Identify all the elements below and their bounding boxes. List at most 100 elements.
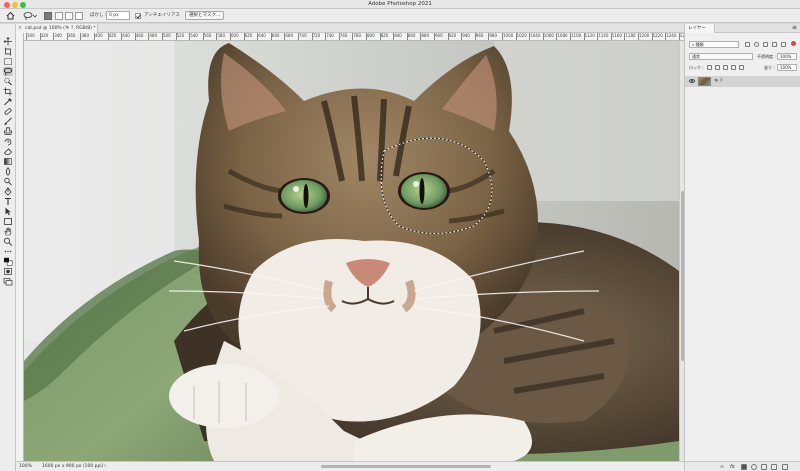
ruler-tick: [257, 33, 259, 40]
panel-footer: ∞ fx: [685, 461, 800, 471]
layer-filter-select[interactable]: ⌕ 種類: [689, 41, 739, 48]
dodge-icon[interactable]: [3, 177, 13, 186]
colors-icon[interactable]: [3, 257, 13, 266]
artboard-icon[interactable]: [3, 47, 13, 56]
ruler-tick: [406, 33, 408, 40]
eye-icon[interactable]: [689, 79, 695, 83]
opacity-label: 不透明度 :: [757, 54, 776, 59]
ruler-tick: [148, 33, 150, 40]
ruler-tick: [121, 33, 123, 40]
fill-label: 塗り :: [764, 65, 775, 70]
ruler-label: 1180: [625, 33, 636, 38]
tab-title: cat.psd @ 100% (キ ?, RGB/8) *: [25, 26, 96, 31]
add-selection-icon[interactable]: [55, 12, 63, 20]
feather-input[interactable]: 0 px: [106, 11, 130, 20]
new-group-icon[interactable]: [761, 464, 767, 470]
gradient-icon[interactable]: [3, 157, 13, 166]
document-canvas[interactable]: [24, 41, 679, 461]
ruler-label: 1200: [639, 33, 650, 38]
horizontal-ruler[interactable]: 300 320 340 360 380 400 420 440 460 480 500 520 540 5…: [24, 33, 684, 41]
close-icon[interactable]: ×: [18, 24, 22, 33]
ruler-tick: [53, 33, 55, 40]
more-icon[interactable]: [3, 247, 13, 256]
ruler-label: 840: [394, 33, 402, 38]
stamp-icon[interactable]: [3, 127, 13, 136]
horizontal-scroll-thumb[interactable]: [321, 465, 491, 468]
layer-row[interactable]: キ ?: [685, 76, 800, 87]
quick-select-icon[interactable]: [3, 77, 13, 86]
lock-position-icon[interactable]: [723, 65, 728, 70]
antialias-label: アンチエイリアス: [144, 13, 180, 18]
lock-all-icon[interactable]: [739, 65, 744, 70]
select-and-mask-button[interactable]: 選択とマスク...: [185, 11, 225, 20]
new-selection-icon[interactable]: [44, 12, 52, 20]
ruler-label: 1220: [652, 33, 663, 38]
ruler-tick: [597, 33, 599, 40]
filter-adjust-icon[interactable]: [754, 42, 759, 47]
subtract-selection-icon[interactable]: [65, 12, 73, 20]
move-icon[interactable]: [3, 37, 13, 46]
blend-mode-select[interactable]: 通常: [689, 53, 753, 60]
ruler-tick: [311, 33, 313, 40]
status-bar: 100% 1600 px x 900 px (100 ppi) ›: [16, 461, 684, 471]
fx-icon[interactable]: fx: [730, 464, 736, 470]
hand-icon[interactable]: [3, 227, 13, 236]
zoom-icon[interactable]: [3, 237, 13, 246]
new-layer-icon[interactable]: [771, 464, 777, 470]
pen-icon[interactable]: [3, 187, 13, 196]
chevron-right-icon[interactable]: ›: [104, 462, 106, 471]
link-layers-icon[interactable]: ∞: [720, 464, 726, 470]
marquee-icon[interactable]: [3, 57, 13, 66]
ruler-tick: [678, 33, 680, 40]
ruler-tick: [610, 33, 612, 40]
layer-name[interactable]: キ ?: [714, 76, 722, 87]
eraser-icon[interactable]: [3, 147, 13, 156]
shape-icon[interactable]: [3, 217, 13, 226]
filter-type-icon[interactable]: [763, 42, 768, 47]
healing-icon[interactable]: [3, 107, 13, 116]
ruler-label: 880: [421, 33, 430, 38]
lock-image-icon[interactable]: [715, 65, 720, 70]
history-brush-icon[interactable]: [3, 137, 13, 146]
lasso-preset-icon[interactable]: [23, 11, 38, 20]
add-mask-icon[interactable]: [741, 464, 747, 470]
ruler-tick: [461, 33, 463, 40]
ruler-tick: [583, 33, 585, 40]
zoom-level[interactable]: 100%: [19, 462, 32, 471]
path-select-icon[interactable]: [3, 207, 13, 216]
filter-toggle-icon[interactable]: [791, 41, 796, 46]
ruler-label: 980: [489, 33, 498, 38]
trash-icon[interactable]: [782, 464, 788, 470]
filter-shape-icon[interactable]: [772, 42, 777, 47]
opacity-input[interactable]: 100%: [777, 53, 797, 60]
ruler-label: 1140: [598, 33, 609, 38]
adjustment-layer-icon[interactable]: [751, 464, 757, 470]
ruler-tick: [230, 33, 231, 40]
ruler-label: 380: [81, 33, 90, 38]
ruler-tick: [243, 33, 245, 40]
ruler-label: 1100: [571, 33, 582, 38]
quickmask-icon[interactable]: [3, 267, 13, 276]
filter-smart-icon[interactable]: [781, 42, 786, 47]
antialias-checkbox[interactable]: [135, 13, 141, 19]
intersect-selection-icon[interactable]: [75, 12, 83, 20]
crop-icon[interactable]: [3, 87, 13, 96]
lock-pixels-icon[interactable]: [707, 65, 712, 70]
ruler-tick: [379, 33, 381, 40]
screenmode-icon[interactable]: [3, 277, 13, 286]
type-icon[interactable]: [3, 197, 13, 206]
ruler-label: 1000: [503, 33, 514, 38]
tab-layers[interactable]: レイヤー: [685, 24, 715, 33]
fill-input[interactable]: 100%: [777, 64, 797, 71]
layers-panel: レイヤー ≡ ⌕ 種類 通常 不透明度 : 100% ロック : 塗り : 10…: [684, 24, 800, 471]
brush-icon[interactable]: [3, 117, 13, 126]
home-icon[interactable]: [6, 11, 15, 20]
lasso-icon[interactable]: [3, 67, 13, 76]
vertical-ruler[interactable]: [16, 33, 24, 461]
blur-icon[interactable]: [3, 167, 13, 176]
panel-menu-icon[interactable]: ≡: [792, 24, 797, 32]
lock-artboard-icon[interactable]: [731, 65, 736, 70]
eyedropper-icon[interactable]: [3, 97, 13, 106]
filter-pixel-icon[interactable]: [745, 42, 750, 47]
tab-cat-psd[interactable]: × cat.psd @ 100% (キ ?, RGB/8) *: [16, 24, 98, 33]
